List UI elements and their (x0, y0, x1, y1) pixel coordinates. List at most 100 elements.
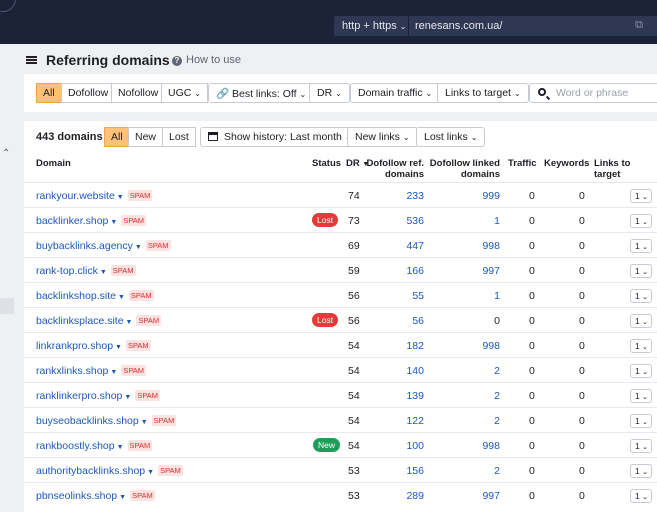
links-to-target-dropdown[interactable]: 1 ⌄ (630, 339, 652, 353)
domain-link[interactable]: linkrankpro.shop ▼ SPAM (36, 340, 151, 352)
links-to-target-dropdown[interactable]: 1 ⌄ (630, 439, 652, 453)
caret-down-icon[interactable]: ▼ (141, 419, 148, 426)
caret-down-icon[interactable]: ▼ (124, 394, 131, 401)
dofollow-ref-value[interactable]: 56 (364, 315, 424, 327)
filter-nofollow[interactable]: Nofollow (111, 83, 166, 103)
header-keywords[interactable]: Keywords (544, 158, 589, 169)
dofollow-linked-value[interactable]: 2 (426, 365, 500, 377)
header-domain[interactable]: Domain (36, 158, 71, 169)
header-links-to-target[interactable]: Links to target (594, 158, 657, 180)
links-to-target-dropdown[interactable]: 1 ⌄ (630, 189, 652, 203)
domain-link[interactable]: rankxlinks.shop ▼ SPAM (36, 365, 147, 377)
dofollow-linked-value[interactable]: 1 (426, 290, 500, 302)
chevron-down-icon: ⌄ (642, 469, 648, 476)
domain-link[interactable]: rank-top.click ▼ SPAM (36, 265, 136, 277)
dofollow-ref-value[interactable]: 100 (364, 440, 424, 452)
filter-all[interactable]: All (36, 83, 62, 103)
dofollow-ref-value[interactable]: 166 (364, 265, 424, 277)
caret-down-icon[interactable]: ▼ (118, 294, 125, 301)
segment-all[interactable]: All (104, 127, 130, 147)
dofollow-linked-value[interactable]: 998 (426, 340, 500, 352)
dofollow-ref-value[interactable]: 140 (364, 365, 424, 377)
caret-down-icon[interactable]: ▼ (135, 244, 142, 251)
caret-down-icon[interactable]: ▼ (115, 344, 122, 351)
domain-link[interactable]: rankboostly.shop ▼ SPAM (36, 440, 153, 452)
links-to-target-dropdown[interactable]: 1 ⌄ (630, 264, 652, 278)
new-links-button[interactable]: New links ⌄ (347, 127, 418, 147)
url-value: renesans.com.ua/ (415, 20, 503, 32)
dofollow-ref-value[interactable]: 233 (364, 190, 424, 202)
links-to-target-dropdown[interactable]: 1 ⌄ (630, 314, 652, 328)
domain-link[interactable]: backlinksplace.site ▼ SPAM (36, 315, 162, 327)
dofollow-linked-value[interactable]: 997 (426, 265, 500, 277)
dofollow-linked-value[interactable]: 2 (426, 465, 500, 477)
chevron-down-icon: ⌄ (642, 394, 648, 401)
dofollow-ref-value[interactable]: 289 (364, 490, 424, 502)
header-dofollow-ref[interactable]: Dofollow ref. domains (364, 158, 424, 180)
dofollow-ref-value[interactable]: 139 (364, 390, 424, 402)
domain-link[interactable]: backlinker.shop ▼ SPAM (36, 215, 147, 227)
lost-links-button[interactable]: Lost links ⌄ (416, 127, 486, 147)
domain-link[interactable]: rankyour.website ▼ SPAM (36, 190, 153, 202)
dofollow-linked-value[interactable]: 998 (426, 240, 500, 252)
how-to-use-link[interactable]: ? How to use (172, 54, 241, 66)
dofollow-ref-value[interactable]: 536 (364, 215, 424, 227)
show-history-button[interactable]: Show history: Last month ⌄ (200, 127, 360, 147)
best-links-button[interactable]: 🔗 Best links: Off ⌄ (208, 83, 315, 103)
links-to-target-dropdown[interactable]: 1 ⌄ (630, 464, 652, 478)
dofollow-ref-value[interactable]: 122 (364, 415, 424, 427)
filter-ugc[interactable]: UGC ⌄ (161, 83, 208, 103)
menu-icon[interactable] (26, 56, 37, 64)
dofollow-ref-value[interactable]: 447 (364, 240, 424, 252)
header-dofollow-linked[interactable]: Dofollow linked domains (426, 158, 500, 180)
caret-down-icon[interactable]: ▼ (117, 444, 124, 451)
dr-filter-button[interactable]: DR ⌄ (309, 83, 350, 103)
links-to-target-dropdown[interactable]: 1 ⌄ (630, 414, 652, 428)
table-row: rank-top.click ▼ SPAM 59 166 997 0 0 1 ⌄ (24, 257, 657, 282)
protocol-select[interactable]: http + https ⌄ (334, 16, 408, 36)
links-to-target-dropdown[interactable]: 1 ⌄ (630, 364, 652, 378)
caret-down-icon[interactable]: ▼ (126, 319, 133, 326)
caret-down-icon[interactable]: ▼ (119, 494, 126, 501)
dofollow-linked-value[interactable]: 999 (426, 190, 500, 202)
caret-down-icon[interactable]: ▼ (100, 269, 107, 276)
caret-down-icon[interactable]: ▼ (117, 194, 124, 201)
filter-dofollow[interactable]: Dofollow (61, 83, 116, 103)
dofollow-linked-value[interactable]: 2 (426, 415, 500, 427)
sidebar-selected-item[interactable] (0, 298, 14, 314)
links-to-target-button[interactable]: Links to target ⌄ (437, 83, 529, 103)
chevron-up-icon[interactable]: ⌃ (2, 148, 10, 159)
dofollow-linked-value[interactable]: 997 (426, 490, 500, 502)
dofollow-ref-value[interactable]: 55 (364, 290, 424, 302)
caret-down-icon[interactable]: ▼ (147, 469, 154, 476)
segment-new[interactable]: New (128, 127, 164, 147)
dofollow-ref-value[interactable]: 182 (364, 340, 424, 352)
links-to-target-dropdown[interactable]: 1 ⌄ (630, 289, 652, 303)
domain-link[interactable]: ranklinkerpro.shop ▼ SPAM (36, 390, 161, 402)
header-traffic[interactable]: Traffic (508, 158, 537, 169)
dofollow-linked-value[interactable]: 2 (426, 390, 500, 402)
domain-name: rank-top.click (36, 265, 98, 277)
dofollow-ref-value[interactable]: 156 (364, 465, 424, 477)
links-to-target-dropdown[interactable]: 1 ⌄ (630, 214, 652, 228)
links-to-target-dropdown[interactable]: 1 ⌄ (630, 489, 652, 503)
caret-down-icon[interactable]: ▼ (110, 369, 117, 376)
segment-lost[interactable]: Lost (162, 127, 196, 147)
search-input[interactable]: Word or phrase (529, 83, 657, 103)
url-field[interactable]: renesans.com.ua/ ⧉ (409, 16, 657, 36)
chevron-down-icon: ⌄ (642, 294, 648, 301)
domain-link[interactable]: pbnseolinks.shop ▼ SPAM (36, 490, 155, 502)
domain-link[interactable]: buybacklinks.agency ▼ SPAM (36, 240, 171, 252)
domain-link[interactable]: backlinkshop.site ▼ SPAM (36, 290, 154, 302)
dofollow-linked-value[interactable]: 998 (426, 440, 500, 452)
links-to-target-dropdown[interactable]: 1 ⌄ (630, 239, 652, 253)
table-row: rankxlinks.shop ▼ SPAM 54 140 2 0 0 1 ⌄ (24, 357, 657, 382)
external-link-icon[interactable]: ⧉ (635, 19, 643, 32)
links-to-target-dropdown[interactable]: 1 ⌄ (630, 389, 652, 403)
dofollow-linked-value[interactable]: 1 (426, 215, 500, 227)
domain-link[interactable]: authoritybacklinks.shop ▼ SPAM (36, 465, 183, 477)
domain-link[interactable]: buyseobacklinks.shop ▼ SPAM (36, 415, 177, 427)
domain-name: rankyour.website (36, 190, 115, 202)
caret-down-icon[interactable]: ▼ (110, 219, 117, 226)
domain-traffic-button[interactable]: Domain traffic ⌄ (350, 83, 441, 103)
